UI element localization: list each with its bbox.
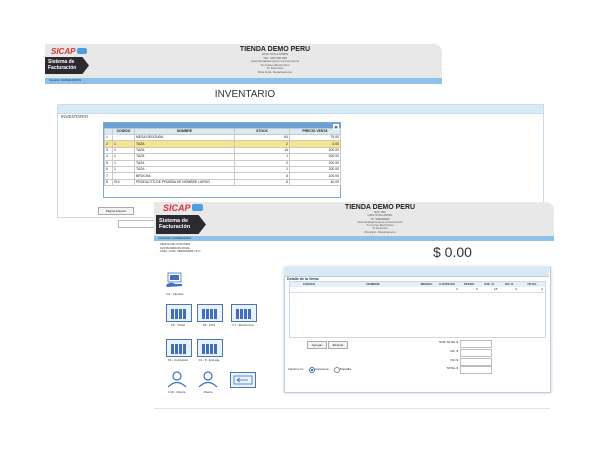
price-field[interactable]: 0 xyxy=(458,287,478,292)
front-divider xyxy=(154,408,550,409)
tile-label: F10 - Cliente xyxy=(168,390,186,394)
sale-grid: CODIGO NOMBRE MEDIDA CANTIDAD PESOS %IS.… xyxy=(289,281,546,338)
isc-label: ISC $ xyxy=(450,358,458,362)
add-button[interactable]: Agregar xyxy=(307,341,327,349)
system-line1: Sistema de xyxy=(48,59,75,65)
isc-total-field[interactable] xyxy=(460,358,492,366)
iva-label: IVA. $ xyxy=(450,349,458,353)
front-user-band: USUARIO: SUPERADMIN xyxy=(154,236,554,241)
logo-swoosh-icon xyxy=(192,204,203,211)
register-icon xyxy=(171,309,186,319)
table-row[interactable]: 8 010 PRODUCTO DE PRUEBA DE NOMBRE LARGO 6 4… xyxy=(104,178,341,187)
back-user-band: Usuario: SUPERADMIN xyxy=(45,78,442,84)
system-line1: Sistema de xyxy=(159,218,189,224)
back-store-info: LIMA-STAN-ADMIN TEL: 999 999 999 www.tie… xyxy=(195,52,355,75)
system-badge: Sistema de Facturación xyxy=(156,215,206,234)
sicap-logo-icon: SICAP xyxy=(49,47,89,57)
ticket-tile[interactable] xyxy=(166,304,192,322)
exit-tile[interactable] xyxy=(230,372,256,388)
screen-radio-label: Pantalla xyxy=(340,367,351,371)
tile-label: F7 - Electronica xyxy=(232,323,254,327)
logo-swoosh-icon xyxy=(77,48,87,54)
customer-line: LIMA, LIMA, DEMOPERU S.C. xyxy=(160,249,202,254)
info-line: Municipio, Departamento xyxy=(364,229,396,234)
total-label: TOTAL $ xyxy=(446,366,458,370)
cell-name: PRODUCTO DE PRUEBA DE NOMBRE LARGO xyxy=(134,178,235,187)
subtotal-field[interactable] xyxy=(460,340,492,348)
back-logo: SICAP Sistema de Facturación xyxy=(45,46,93,76)
cell-price: 40.00 xyxy=(289,178,341,187)
inventory-table: CODIGO NOMBRE STOCK PRECIO VENTA 1 MESA R… xyxy=(104,128,341,187)
user-label: Usuario: SUPERADMIN xyxy=(49,78,82,82)
section-label-bar: INVENTARIO xyxy=(58,105,543,119)
quantity-field[interactable]: 0 xyxy=(434,287,458,292)
code-field[interactable] xyxy=(290,287,328,292)
row-index: 8 xyxy=(104,178,113,187)
register-icon xyxy=(236,309,251,319)
table-caption: Inventario xyxy=(106,133,121,137)
delivery-tile[interactable] xyxy=(197,339,223,357)
print-options: Imprimir en: Impresora Pantalla xyxy=(288,366,388,374)
cell-stock: 6 xyxy=(234,178,290,187)
hand-money-icon xyxy=(166,272,182,287)
cell-code: 010 xyxy=(112,178,135,187)
exit-icon xyxy=(233,375,253,385)
sale-input-row[interactable]: 0 0 18 0 0 xyxy=(290,287,545,293)
tile-label: F2 - Clientes xyxy=(166,292,184,296)
tile-label: F9 - Cotización xyxy=(167,358,189,362)
register-icon xyxy=(202,344,217,354)
front-store-info: RUC 000 LIMA-STAN-ADMIN TF: 999999999 ww… xyxy=(300,210,460,234)
tile-label: F8 - POS xyxy=(202,323,216,327)
print-label: Imprimir en: xyxy=(288,367,304,371)
person-icon xyxy=(167,371,187,388)
electronic-tile[interactable] xyxy=(231,304,257,322)
info-line: Rica Lima, Departamento xyxy=(257,69,292,74)
tile-label: Cliente xyxy=(203,390,213,394)
register-icon xyxy=(202,309,217,319)
page-title: INVENTARIO xyxy=(214,89,276,100)
user-label: USUARIO: SUPERADMIN xyxy=(158,235,191,240)
front-logo: SICAP Sistema de Facturación xyxy=(156,203,210,235)
name-field[interactable] xyxy=(328,287,417,292)
grand-total-field[interactable] xyxy=(460,366,492,374)
tile-label: F4 - Ti. Entrega xyxy=(198,358,220,362)
totals-block: SUB-TOTAL $ IVA. $ ISC $ TOTAL $ xyxy=(430,340,505,374)
client-tile[interactable] xyxy=(197,370,219,388)
section-label: INVENTARIO xyxy=(61,114,89,119)
inventory-table-box: Inventario ▣ CODIGO NOMBRE STOCK PRECIO … xyxy=(103,122,341,198)
customer-info: VENTA DE CONTADO CONSUMIDOR FINAL LIMA, … xyxy=(160,242,240,254)
table-caption-bar: Inventario ▣ xyxy=(104,123,340,137)
tax-field[interactable]: 18 xyxy=(478,287,497,292)
clients-tile[interactable] xyxy=(165,272,185,288)
total-field[interactable]: 0 xyxy=(517,287,545,292)
pos-tile[interactable] xyxy=(197,304,223,322)
quote-tile[interactable] xyxy=(166,339,192,357)
system-line2: Facturación xyxy=(159,224,191,230)
client-f10-tile[interactable] xyxy=(166,370,188,388)
system-badge: Sistema de Facturación xyxy=(45,57,89,74)
system-line2: Facturación xyxy=(48,65,77,71)
collapse-icon[interactable]: ▣ xyxy=(333,123,339,130)
printer-radio-label: Impresora xyxy=(315,367,329,371)
person-icon xyxy=(198,371,218,388)
prev-page-button[interactable]: Página Anterior xyxy=(98,207,134,215)
iva-field[interactable] xyxy=(460,349,492,357)
register-icon xyxy=(171,344,186,354)
tile-label: F6 - Ticket xyxy=(170,323,185,327)
total-display: $ 0.00 xyxy=(433,244,472,260)
subtotal-label: SUB-TOTAL $ xyxy=(439,340,458,344)
isc-field[interactable]: 0 xyxy=(497,287,518,292)
delete-button[interactable]: Eliminar xyxy=(328,341,348,349)
sale-detail-title-bar: Detalle de la Venta xyxy=(284,267,549,281)
measure-field[interactable] xyxy=(417,287,434,292)
sicap-logo-icon: SICAP xyxy=(161,203,205,214)
